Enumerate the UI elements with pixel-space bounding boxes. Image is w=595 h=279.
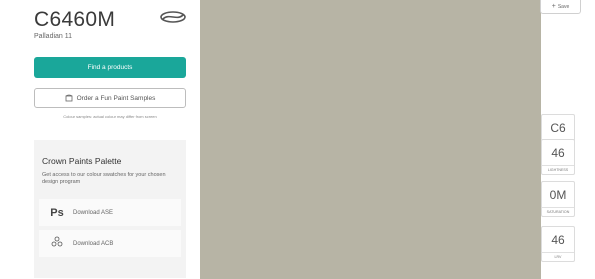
save-button[interactable]: + Save: [540, 0, 581, 14]
find-products-button[interactable]: Find a products: [34, 57, 186, 78]
plus-icon: +: [551, 3, 556, 10]
download-ase-button[interactable]: Ps Download ASE: [39, 199, 181, 226]
spec-saturation-label: SATURATION: [542, 207, 574, 216]
paint-pot-icon: [65, 94, 73, 102]
spec-lrv-label: LRV: [542, 252, 574, 261]
spec-saturation: 0M SATURATION: [541, 181, 575, 217]
crown-logo-icon: [160, 11, 186, 23]
colour-name: Palladian 11: [34, 33, 73, 40]
colour-swatch: [200, 0, 541, 279]
photoshop-icon: Ps: [50, 206, 64, 219]
spec-lrv-value: 46: [551, 233, 565, 247]
spec-saturation-value: 0M: [549, 188, 567, 202]
save-label: Save: [557, 3, 570, 10]
palette-section: Crown Paints Palette Get access to our c…: [34, 140, 186, 278]
sample-note: Colour samples: actual colour may differ…: [63, 114, 157, 119]
acb-icon: [47, 236, 67, 251]
download-acb-button[interactable]: Download ACB: [39, 230, 181, 257]
download-acb-label: Download ACB: [73, 240, 114, 247]
order-sample-button[interactable]: Order a Fun Paint Samples: [34, 88, 186, 108]
palette-title: Crown Paints Palette: [42, 156, 122, 166]
find-products-label: Find a products: [87, 64, 133, 71]
colour-details-panel: C6460M Palladian 11 Find a products Orde…: [0, 0, 200, 279]
order-sample-label: Order a Fun Paint Samples: [76, 94, 156, 102]
spec-hue-value: C6: [550, 121, 566, 135]
download-ase-label: Download ASE: [73, 209, 114, 216]
spec-lightness: 46 LIGHTNESS: [541, 139, 575, 175]
spec-lightness-label: LIGHTNESS: [542, 165, 574, 174]
colour-code: C6460M: [34, 8, 116, 31]
spec-lightness-value: 46: [551, 146, 565, 160]
palette-description: Get access to our colour swatches for yo…: [42, 172, 166, 185]
spec-lrv: 46 LRV: [541, 226, 575, 262]
